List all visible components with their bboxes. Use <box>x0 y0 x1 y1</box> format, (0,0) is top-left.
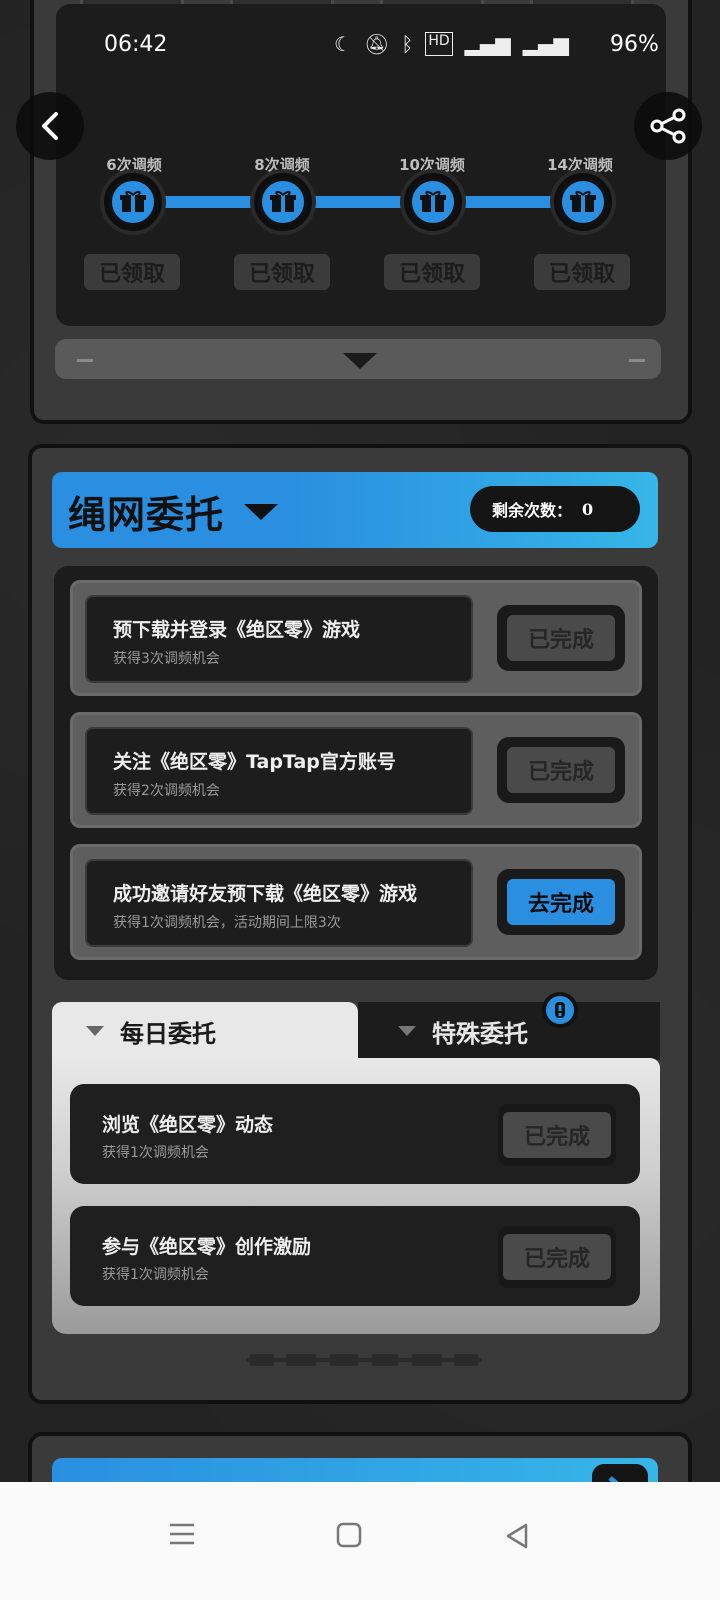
task-button-frame: 已完成 <box>498 1104 616 1166</box>
task-title: 浏览《绝区零》动态 <box>102 1114 274 1136</box>
divider <box>629 359 645 362</box>
claimed-badge: 已领取 <box>384 254 480 290</box>
gift-node[interactable] <box>400 169 466 235</box>
task-text: 成功邀请好友预下载《绝区零》游戏 获得1次调频机会，活动期间上限3次 <box>85 859 473 947</box>
zzz-logo-strip <box>246 1354 482 1366</box>
tab-special-label: 特殊委托 <box>432 1019 528 1048</box>
progress-line <box>142 196 604 208</box>
task-text: 关注《绝区零》TapTap官方账号 获得2次调频机会 <box>85 727 473 815</box>
task-button-frame: 已完成 <box>498 1226 616 1288</box>
notification-badge <box>542 992 578 1028</box>
caret-down-icon <box>244 504 278 520</box>
gift-node[interactable] <box>250 169 316 235</box>
remaining-value: 0 <box>582 499 594 519</box>
task-card: 关注《绝区零》TapTap官方账号 获得2次调频机会 已完成 <box>70 712 642 828</box>
task-title: 参与《绝区零》创作激励 <box>102 1236 312 1258</box>
remaining-count-pill: 剩余次数： 0 <box>470 486 640 532</box>
back-button[interactable] <box>16 92 84 160</box>
gift-icon <box>120 191 146 212</box>
tab-daily-label: 每日委托 <box>120 1019 216 1048</box>
chevron-down-icon <box>343 353 377 369</box>
gift-icon <box>270 191 296 212</box>
mission-title: 绳网委托 <box>68 493 225 537</box>
claimed-badge: 已领取 <box>84 254 180 290</box>
task-card: 预下载并登录《绝区零》游戏 获得3次调频机会 已完成 <box>70 580 642 696</box>
task-card: 成功邀请好友预下载《绝区零》游戏 获得1次调频机会，活动期间上限3次 去完成 <box>70 844 642 960</box>
divider <box>77 359 93 362</box>
claimed-badge: 已领取 <box>534 254 630 290</box>
moon-icon: ☾ <box>334 32 352 56</box>
completed-button[interactable]: 已完成 <box>507 747 615 793</box>
task-title: 成功邀请好友预下载《绝区零》游戏 <box>113 883 418 905</box>
back-arrow-icon <box>42 112 58 140</box>
mute-icon: 🔕︎ <box>363 32 390 56</box>
daily-task-list: 浏览《绝区零》动态 获得1次调频机会 已完成 参与《绝区零》创作激励 获得1次调… <box>52 1058 660 1334</box>
task-title: 关注《绝区零》TapTap官方账号 <box>113 751 396 773</box>
task-title: 预下载并登录《绝区零》游戏 <box>113 619 361 641</box>
signal-5g-icon: ▂▄▆ <box>464 32 511 56</box>
task-subtitle: 获得1次调频机会，活动期间上限3次 <box>113 915 341 931</box>
task-button-frame: 已完成 <box>497 737 625 803</box>
mission-header: 绳网委托 剩余次数： 0 <box>52 472 658 548</box>
tab-daily[interactable]: 每日委托 <box>52 1002 358 1060</box>
status-bar: 06:42 ☾ 🔕︎ ᛒ HD ▂▄▆ ▂▄▆ 96% <box>0 26 720 66</box>
task-subtitle: 获得2次调频机会 <box>113 783 220 799</box>
home-icon[interactable] <box>336 1522 362 1548</box>
task-button-frame: 去完成 <box>497 869 625 935</box>
mission-panel: 绳网委托 剩余次数： 0 预下载并登录《绝区零》游戏 获得3次调频机会 已完成 … <box>28 444 692 1404</box>
claimed-badge: 已领取 <box>234 254 330 290</box>
mission-tabs: 每日委托 特殊委托 浏览《绝区零》动态 获得1次调频机会 已完成 参与《绝区零》… <box>52 992 660 1336</box>
gift-icon <box>570 191 596 212</box>
status-icons: ☾ 🔕︎ ᛒ HD ▂▄▆ ▂▄▆ <box>334 32 569 56</box>
status-time: 06:42 <box>104 32 168 57</box>
back-triangle-icon[interactable] <box>504 1522 530 1550</box>
task-button-frame: 已完成 <box>497 605 625 671</box>
gift-node[interactable] <box>550 169 616 235</box>
battery-level: 96% <box>610 32 659 57</box>
gift-icon <box>420 191 446 212</box>
go-complete-button[interactable]: 去完成 <box>507 879 615 925</box>
completed-button[interactable]: 已完成 <box>503 1234 611 1280</box>
daily-task-card: 浏览《绝区零》动态 获得1次调频机会 已完成 <box>70 1084 640 1184</box>
caret-down-icon <box>398 1026 416 1036</box>
system-nav-bar <box>0 1482 720 1600</box>
completed-button[interactable]: 已完成 <box>503 1112 611 1158</box>
tab-special[interactable]: 特殊委托 <box>358 1002 660 1060</box>
bluetooth-icon: ᛒ <box>401 32 414 56</box>
task-list: 预下载并登录《绝区零》游戏 获得3次调频机会 已完成 关注《绝区零》TapTap… <box>54 566 658 980</box>
share-button[interactable] <box>634 92 702 160</box>
completed-button[interactable]: 已完成 <box>507 615 615 661</box>
share-icon <box>650 108 686 144</box>
task-subtitle: 获得1次调频机会 <box>102 1267 209 1283</box>
expand-toggle[interactable] <box>52 336 664 382</box>
signal-5g-icon: ▂▄▆ <box>522 32 569 56</box>
hd-icon: HD <box>425 32 453 56</box>
gift-node[interactable] <box>100 169 166 235</box>
menu-icon[interactable] <box>168 1522 196 1546</box>
task-subtitle: 获得3次调频机会 <box>113 651 220 667</box>
daily-task-card: 参与《绝区零》创作激励 获得1次调频机会 已完成 <box>70 1206 640 1306</box>
remaining-label: 剩余次数： <box>492 501 573 520</box>
task-text: 预下载并登录《绝区零》游戏 获得3次调频机会 <box>85 595 473 683</box>
alert-icon <box>555 1002 565 1018</box>
caret-down-icon <box>86 1026 104 1036</box>
task-subtitle: 获得1次调频机会 <box>102 1145 209 1161</box>
